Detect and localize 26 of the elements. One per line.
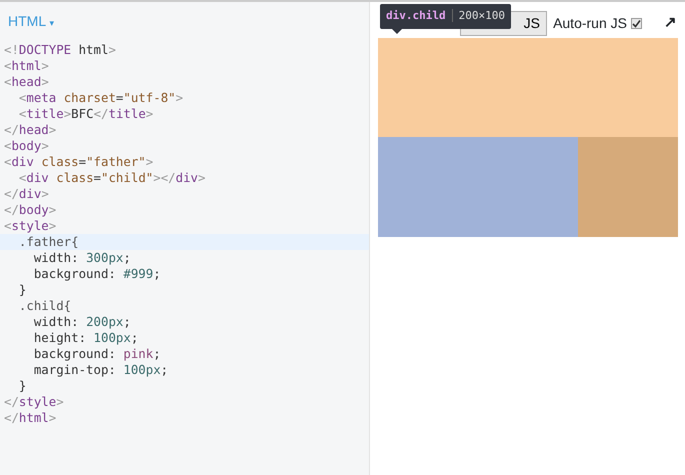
code-line: <div class="father"> [3,154,154,170]
code-line: <html> [3,58,50,74]
code-line: </head> [3,122,58,138]
code-line: <title>BFC</title> [18,106,154,122]
element-tooltip: div.child 200×100 [380,4,511,28]
code-line: height: 100px; [32,330,140,346]
code-line: </div> [3,186,50,202]
code-line: } [18,378,28,394]
code-line: <!DOCTYPE html> [3,42,117,58]
code-line: background: pink; [32,346,162,362]
code-line: <meta charset="utf-8"> [18,90,184,106]
code-line: <div class="child"></div> [18,170,206,186]
code-line: background: #999; [32,266,162,282]
caret-icon: ▾ [49,18,54,28]
code-line: </style> [3,394,65,410]
code-line: </html> [3,410,58,426]
code-line: width: 200px; [32,314,132,330]
code-line: <body> [3,138,50,154]
code-line: </body> [3,202,58,218]
code-line: <style> [3,218,58,234]
code-line: } [18,282,28,298]
autorun-label: Auto-run JS [553,14,627,32]
code-line: margin-top: 100px; [32,362,170,378]
code-line: width: 300px; [32,250,132,266]
code-line: <head> [3,74,50,90]
code-line: .child{ [18,298,72,314]
